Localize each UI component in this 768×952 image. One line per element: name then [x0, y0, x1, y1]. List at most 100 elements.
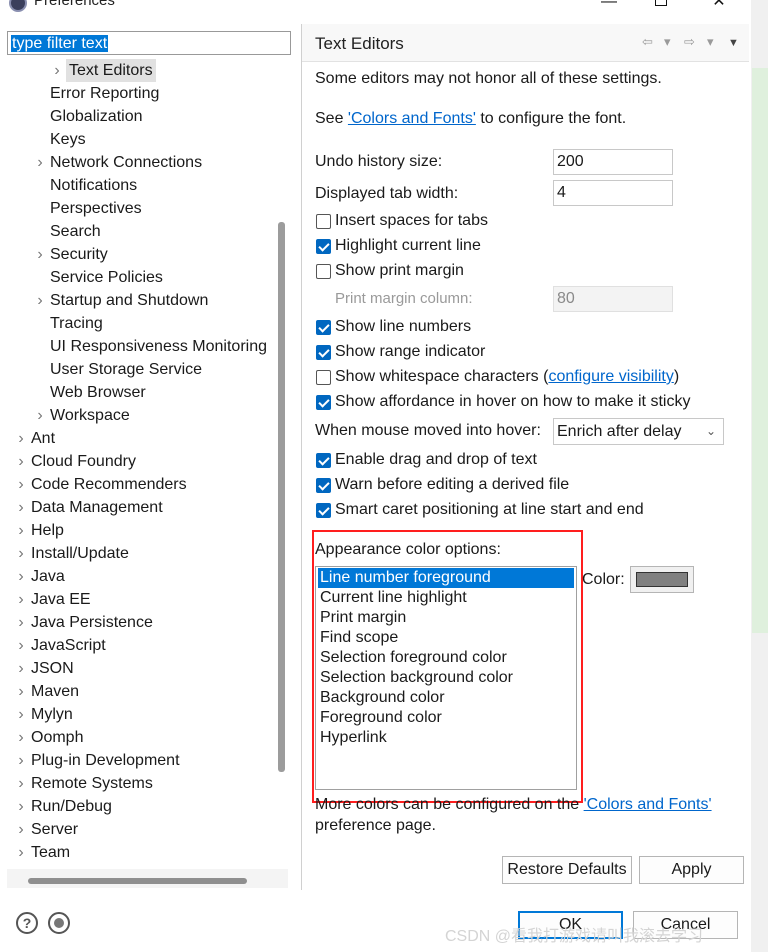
title-bar[interactable]: Preferences — ✕ [0, 0, 768, 20]
range-indicator-label: Show range indicator [335, 343, 486, 360]
chevron-right-icon[interactable]: › [16, 542, 26, 565]
forward-menu-chevron-icon[interactable]: ▾ [707, 34, 714, 50]
chevron-right-icon[interactable]: › [16, 726, 26, 749]
tree-item[interactable]: › Ant [7, 427, 271, 450]
tree-item-label: Tracing [50, 315, 103, 332]
chevron-right-icon[interactable]: › [16, 496, 26, 519]
tree-item[interactable]: › Code Recommenders [7, 473, 271, 496]
highlight-line-label: Highlight current line [335, 237, 481, 254]
tree-item[interactable]: › Cloud Foundry [7, 450, 271, 473]
range-indicator-checkbox[interactable] [316, 345, 331, 360]
tree-item[interactable]: Perspectives [7, 197, 271, 220]
tree-item[interactable]: › Run/Debug [7, 795, 271, 818]
back-arrow-icon[interactable]: ⇦ [642, 34, 653, 50]
color-picker-button[interactable] [630, 566, 694, 593]
tree-item-label: Notifications [50, 177, 138, 194]
back-menu-chevron-icon[interactable]: ▾ [664, 34, 671, 50]
chevron-right-icon[interactable]: › [16, 795, 26, 818]
smart-caret-checkbox[interactable] [316, 503, 331, 518]
color-swatch [636, 572, 688, 587]
tree-item[interactable]: Web Browser [7, 381, 271, 404]
insert-spaces-checkbox[interactable] [316, 214, 331, 229]
chevron-right-icon[interactable]: › [16, 841, 26, 864]
chevron-right-icon[interactable]: › [16, 680, 26, 703]
chevron-right-icon[interactable]: › [16, 519, 26, 542]
more-colors-link[interactable]: 'Colors and Fonts' [584, 796, 712, 813]
affordance-checkbox[interactable] [316, 395, 331, 410]
tree-item[interactable]: Globalization [7, 105, 271, 128]
tree-item[interactable]: › JSON [7, 657, 271, 680]
highlight-line-checkbox[interactable] [316, 239, 331, 254]
tree-item-label: Java Persistence [31, 614, 153, 631]
restore-defaults-button[interactable]: Restore Defaults [502, 856, 632, 884]
chevron-right-icon[interactable]: › [16, 749, 26, 772]
tree-item[interactable]: › Text Editors [7, 59, 271, 82]
tree-item[interactable]: Service Policies [7, 266, 271, 289]
tree-item[interactable]: › Oomph [7, 726, 271, 749]
tree-item[interactable]: › Team [7, 841, 271, 864]
warn-derived-checkbox[interactable] [316, 478, 331, 493]
tree-item[interactable]: › Startup and Shutdown [7, 289, 271, 312]
colors-and-fonts-link[interactable]: 'Colors and Fonts' [348, 110, 476, 127]
tree-item[interactable]: Error Reporting [7, 82, 271, 105]
tree-item[interactable]: › Mylyn [7, 703, 271, 726]
chevron-right-icon[interactable]: › [35, 404, 45, 427]
undo-history-input[interactable]: 200 [553, 149, 673, 175]
chevron-right-icon[interactable]: › [35, 151, 45, 174]
chevron-right-icon[interactable]: › [52, 59, 62, 82]
tree-vertical-scroll-thumb[interactable] [278, 222, 285, 772]
tree-item[interactable]: › Server [7, 818, 271, 841]
chevron-right-icon[interactable]: › [16, 473, 26, 496]
chevron-right-icon[interactable]: › [16, 772, 26, 795]
close-button[interactable]: ✕ [696, 0, 742, 14]
print-margin-checkbox[interactable] [316, 264, 331, 279]
import-export-icon[interactable] [48, 912, 70, 934]
chevron-right-icon[interactable]: › [16, 611, 26, 634]
minimize-button[interactable]: — [586, 0, 632, 14]
tab-width-input[interactable]: 4 [553, 180, 673, 206]
tree-item[interactable]: › Install/Update [7, 542, 271, 565]
tree-item[interactable]: Keys [7, 128, 271, 151]
line-numbers-checkbox[interactable] [316, 320, 331, 335]
chevron-right-icon[interactable]: › [35, 289, 45, 312]
tree-item[interactable]: › JavaScript [7, 634, 271, 657]
tree-item[interactable]: Notifications [7, 174, 271, 197]
tree-item[interactable]: › Network Connections [7, 151, 271, 174]
apply-button[interactable]: Apply [639, 856, 744, 884]
chevron-right-icon[interactable]: › [35, 243, 45, 266]
tree-item[interactable]: › Maven [7, 680, 271, 703]
chevron-right-icon[interactable]: › [16, 565, 26, 588]
tree-item[interactable]: › Help [7, 519, 271, 542]
tree-item[interactable]: › Remote Systems [7, 772, 271, 795]
tree-item[interactable]: › Workspace [7, 404, 271, 427]
hover-mode-select[interactable]: Enrich after delay ⌄ [553, 418, 724, 445]
chevron-right-icon[interactable]: › [16, 657, 26, 680]
whitespace-checkbox[interactable] [316, 370, 331, 385]
filter-input[interactable]: type filter text [7, 31, 291, 55]
chevron-right-icon[interactable]: › [16, 818, 26, 841]
tree-item[interactable]: Search [7, 220, 271, 243]
drag-drop-checkbox[interactable] [316, 453, 331, 468]
tree-item[interactable]: › Java [7, 565, 271, 588]
preference-tree[interactable]: › Text Editors Error Reporting Globalizatio… [7, 59, 271, 869]
tree-item[interactable]: UI Responsiveness Monitoring [7, 335, 271, 358]
help-icon[interactable]: ? [16, 912, 38, 934]
configure-visibility-link[interactable]: configure visibility [548, 368, 673, 385]
chevron-right-icon[interactable]: › [16, 450, 26, 473]
tree-item[interactable]: User Storage Service [7, 358, 271, 381]
tree-item[interactable]: › Plug-in Development [7, 749, 271, 772]
maximize-button[interactable] [638, 0, 684, 14]
tree-item[interactable]: › Data Management [7, 496, 271, 519]
tree-item[interactable]: › Java EE [7, 588, 271, 611]
chevron-right-icon[interactable]: › [16, 634, 26, 657]
tree-item[interactable]: › Security [7, 243, 271, 266]
forward-arrow-icon[interactable]: ⇨ [684, 34, 695, 50]
color-label: Color: [582, 571, 625, 588]
chevron-right-icon[interactable]: › [16, 427, 26, 450]
tree-item[interactable]: Tracing [7, 312, 271, 335]
chevron-right-icon[interactable]: › [16, 703, 26, 726]
tree-item[interactable]: › Java Persistence [7, 611, 271, 634]
tree-horizontal-scroll-thumb[interactable] [28, 878, 247, 884]
chevron-right-icon[interactable]: › [16, 588, 26, 611]
view-menu-icon[interactable]: ▼ [728, 37, 739, 49]
